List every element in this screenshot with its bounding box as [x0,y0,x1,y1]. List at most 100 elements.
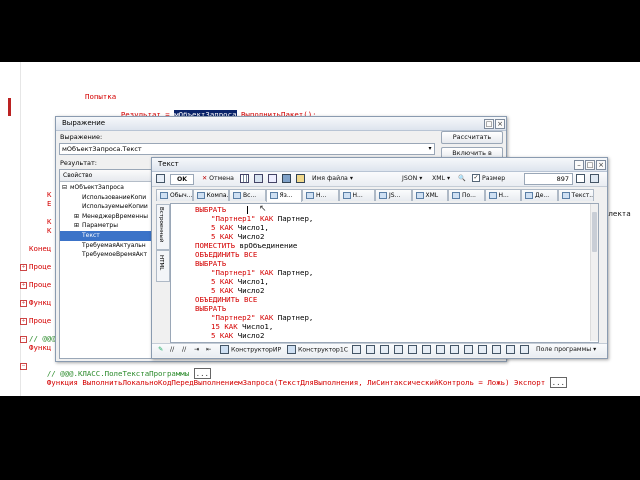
json-button[interactable]: JSON ▾ [402,174,422,184]
tab[interactable]: JS... [375,189,412,201]
maximize-icon[interactable]: □ [585,160,595,170]
close-icon[interactable]: × [596,160,606,170]
tab[interactable]: Яз... [265,189,302,202]
code-collapsed-box[interactable]: ... [549,377,567,388]
outdent-icon[interactable]: ⇤ [206,345,211,355]
tab-label: Текст... [571,192,594,199]
tab-label: XML [425,192,439,199]
tab[interactable]: Н... [302,189,339,201]
indent-icon[interactable]: ⇥ [194,345,199,355]
tab[interactable]: Де... [521,189,558,201]
tab[interactable]: Обыч... [156,189,193,201]
toolbar-icon[interactable] [394,345,403,355]
collapse-icon[interactable]: + [20,264,27,271]
code-keyword: КАК [255,214,278,223]
side-tab-builtin[interactable]: Встроенный [156,204,170,250]
constructor-ir-button[interactable]: КонструкторИР [220,345,281,355]
toolbar-icon[interactable] [492,345,501,355]
xml-button[interactable]: XML ▾ [432,174,450,184]
tree-item[interactable]: ТребуемоеВремяАкт [60,250,154,260]
search-icon[interactable]: 🔍 [458,174,466,184]
tree-item[interactable]: ⊞ Параметры [60,221,154,231]
comment-out-icon[interactable]: // [182,345,186,355]
toolbar-icon[interactable] [436,345,445,355]
tree-item-label: МенеджерВременны [82,212,148,220]
query-text-area[interactable]: ВЫБРАТЬ "Партнер1" КАК Партнер, 5 КАК Числ… [170,203,599,343]
toolbar-icon[interactable] [408,345,417,355]
dropdown-arrow-icon[interactable]: ▾ [426,144,434,154]
code-keyword: КАК [215,232,238,241]
edit-icon[interactable] [156,174,165,184]
tree-item-label: ИспользованиеКопи [82,193,147,201]
expression-field[interactable]: мОбъектЗапроса.Текст [59,143,435,155]
grid-icon[interactable] [240,174,249,184]
code-fragment: К [47,226,52,235]
tree-item[interactable]: ⊞ МенеджерВременны [60,212,154,222]
tab-label: Н... [316,192,327,199]
tree-header[interactable]: Свойство [60,170,154,182]
side-tab-html[interactable]: HTML [156,250,170,282]
size-label: Размер [481,175,506,182]
tab-label: JS... [389,192,401,199]
maximize-icon[interactable]: □ [484,119,494,129]
code-keyword: 15 [211,322,220,331]
collapse-icon[interactable]: − [20,363,27,370]
toolbar-icon[interactable] [366,345,375,355]
tab[interactable]: Н... [484,189,521,201]
tree-item[interactable]: Текст [60,231,154,241]
collapse-icon[interactable]: + [20,282,27,289]
columns-icon[interactable] [254,174,263,184]
open-icon[interactable] [296,174,305,184]
collapse-icon[interactable]: ⊟ [62,183,70,193]
paste-icon[interactable] [590,174,599,184]
toolbar-icon[interactable] [520,345,529,355]
collapse-icon[interactable]: + [20,318,27,325]
wrap-icon[interactable] [268,174,277,184]
code-token: Число1, [237,223,269,232]
tree-item[interactable]: ТребуемаяАктуальн [60,241,154,251]
collapse-icon[interactable]: − [20,336,27,343]
save-icon[interactable] [282,174,291,184]
comment-icon[interactable]: ✎ [158,345,163,355]
code-keyword: КАК [215,286,238,295]
ok-button[interactable]: OK [170,174,195,185]
filename-button[interactable]: Имя файла ▾ [312,174,353,184]
query-code-line: 5 КАК Число1, [211,223,269,232]
vertical-scrollbar[interactable] [590,204,598,341]
uncomment-icon[interactable]: // [170,345,174,355]
toolbar-icon[interactable] [422,345,431,355]
toolbar-icon[interactable] [450,345,459,355]
cancel-button[interactable]: ✕ Отмена [202,174,234,184]
expand-icon[interactable]: ⊞ [74,221,82,231]
program-field-dropdown[interactable]: Поле программы ▾ [536,345,596,355]
query-code-line: ОБЪЕДИНИТЬ ВСЕ [195,250,257,259]
toolbar-icon[interactable] [506,345,515,355]
toolbar-icon[interactable] [352,345,361,355]
xml-label: XML [432,175,446,182]
query-code-line: ОБЪЕДИНИТЬ ВСЕ [195,295,257,304]
tree-item[interactable]: ⊟ мОбъектЗапроса [60,183,154,193]
toolbar-icon[interactable] [380,345,389,355]
expand-icon[interactable]: ⊞ [74,212,82,222]
minimize-icon[interactable]: – [574,160,584,170]
tab[interactable]: Компа... [192,189,229,201]
tab[interactable]: По... [448,189,485,201]
copy-icon[interactable] [576,174,585,184]
size-checkbox[interactable]: ✓ Размер [472,174,505,184]
collapse-icon[interactable]: + [20,300,27,307]
tab[interactable]: Вс... [229,189,266,201]
tree-item[interactable]: ИспользованиеКопи [60,193,154,203]
properties-tree[interactable]: Свойство ⊟ мОбъектЗапроса ИспользованиеКоп… [59,169,155,359]
tab[interactable]: Н... [338,189,375,201]
tab[interactable]: XML [411,189,448,201]
toolbar-icon[interactable] [464,345,473,355]
scrollbar-thumb[interactable] [592,212,597,252]
toolbar-icon[interactable] [478,345,487,355]
tab[interactable]: Текст... [557,189,594,201]
close-icon[interactable]: × [495,119,505,129]
size-field[interactable]: 897 [524,173,573,185]
constructor-1c-button[interactable]: Конструктор1С [287,345,348,355]
tree-item[interactable]: ИспользуемыеКопии [60,202,154,212]
expression-title: Выражение [62,119,106,127]
calculate-button[interactable]: Рассчитать [441,131,503,144]
